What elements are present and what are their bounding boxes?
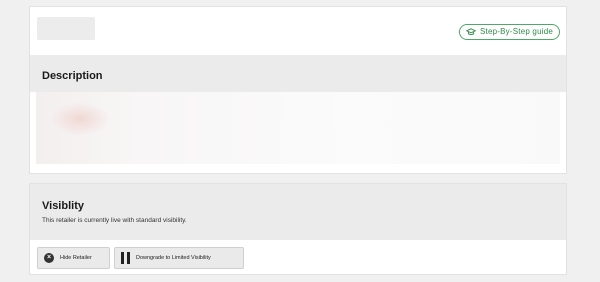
hide-retailer-button[interactable]: × Hide Retailer <box>37 247 110 269</box>
visibility-title: Visiblity <box>42 200 84 212</box>
close-circle-icon: × <box>44 253 54 263</box>
description-content-placeholder <box>36 92 560 164</box>
visibility-status-text: This retailer is currently live with sta… <box>42 217 187 224</box>
pause-icon <box>121 252 130 264</box>
visibility-card: Visiblity This retailer is currently liv… <box>29 183 567 275</box>
page-title-placeholder <box>37 17 95 40</box>
guide-label: Step-By-Step guide <box>480 27 553 36</box>
step-by-step-guide-button[interactable]: Step-By-Step guide <box>459 24 560 40</box>
description-blur <box>50 102 110 136</box>
graduation-cap-icon <box>466 28 477 36</box>
description-card: Step-By-Step guide Description <box>29 6 567 174</box>
description-header: Description <box>30 55 566 92</box>
hide-retailer-label: Hide Retailer <box>60 255 92 261</box>
visibility-header: Visiblity This retailer is currently liv… <box>30 184 566 240</box>
downgrade-label: Downgrade to Limited Visibility <box>136 255 211 261</box>
downgrade-visibility-button[interactable]: Downgrade to Limited Visibility <box>114 247 244 269</box>
description-title: Description <box>42 70 103 82</box>
